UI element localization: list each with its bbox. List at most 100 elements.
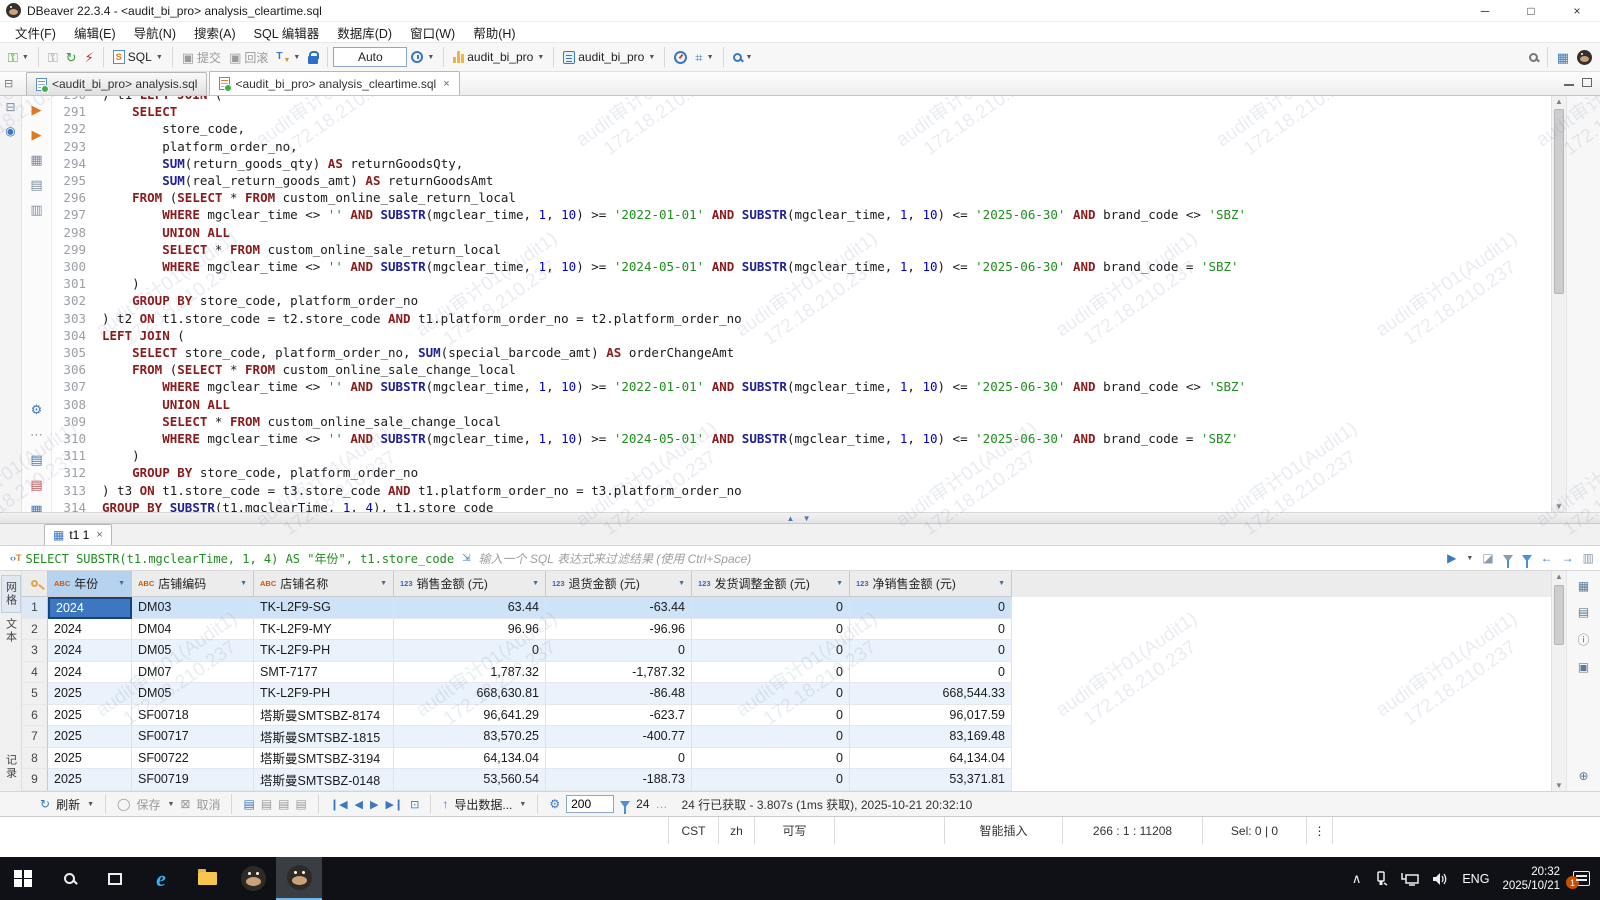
refresh-button[interactable]: 刷新: [56, 796, 80, 813]
grid-cell[interactable]: 0: [546, 747, 692, 769]
grid-cell[interactable]: 0: [850, 661, 1012, 683]
perspective-button[interactable]: ▦: [1553, 49, 1573, 66]
internet-explorer-button[interactable]: e: [138, 857, 184, 900]
grid-cell[interactable]: 96,017.59: [850, 704, 1012, 726]
scroll-up-icon[interactable]: ▲: [1552, 572, 1566, 581]
grid-cell[interactable]: SF00717: [132, 726, 254, 748]
speaker-icon[interactable]: [1432, 872, 1449, 886]
grid-cell[interactable]: 塔斯曼SMTSBZ-1815: [254, 726, 394, 748]
menu-item-6[interactable]: 窗口(W): [401, 21, 464, 44]
row-number[interactable]: 3: [22, 640, 48, 662]
info-icon[interactable]: ⓘ: [1577, 631, 1589, 648]
editor-scrollbar[interactable]: ▲ ▼: [1551, 96, 1566, 512]
grid-cell[interactable]: 2025: [48, 726, 132, 748]
save-button[interactable]: 保存: [136, 796, 160, 813]
grid-cell[interactable]: 0: [692, 704, 850, 726]
grid-corner-key[interactable]: [22, 571, 48, 597]
grid-cell[interactable]: -96.96: [546, 618, 692, 640]
grid-cell[interactable]: 64,134.04: [394, 747, 546, 769]
grid-cell[interactable]: 2025: [48, 769, 132, 791]
column-header-4[interactable]: 123 退货金额 (元) ▼: [546, 571, 692, 597]
sort-icon[interactable]: ▼: [998, 580, 1005, 587]
taskbar-clock[interactable]: 20:32 2025/10/21: [1502, 865, 1560, 893]
network-button[interactable]: ⌗ ▼: [691, 49, 717, 66]
grid-cell[interactable]: 0: [850, 597, 1012, 619]
lock-button[interactable]: [304, 49, 322, 66]
expand-filter-icon[interactable]: ⇲: [462, 553, 470, 564]
grid-cell[interactable]: 0: [692, 726, 850, 748]
code-line-302[interactable]: 302 GROUP BY store_code, platform_order_…: [52, 292, 1550, 309]
statement-icon[interactable]: ▤: [30, 177, 42, 193]
cancel-button[interactable]: 取消: [196, 796, 220, 813]
dbeaver-perspective-button[interactable]: [1573, 48, 1596, 67]
grid-cell[interactable]: SF00722: [132, 747, 254, 769]
rollback-button[interactable]: ▣ 回滚: [225, 47, 272, 68]
fetch-size-input[interactable]: [566, 795, 615, 813]
grid-cell[interactable]: DM05: [132, 640, 254, 662]
metadata-icon[interactable]: ▤: [1578, 605, 1589, 619]
scrollbar-thumb[interactable]: [1554, 585, 1564, 645]
sort-icon[interactable]: ▼: [836, 580, 843, 587]
code-line-307[interactable]: 307 WHERE mgclear_time <> '' AND SUBSTR(…: [52, 378, 1550, 395]
code-line-303[interactable]: 303) t2 ON t1.store_code = t2.store_code…: [52, 310, 1550, 327]
grid-cell[interactable]: 64,134.04: [850, 747, 1012, 769]
code-line-290[interactable]: 290) t1 LEFT JOIN (: [52, 96, 1550, 103]
menu-item-4[interactable]: SQL 编辑器: [245, 21, 329, 44]
grid-cell[interactable]: 2024: [48, 618, 132, 640]
editor-results-sash[interactable]: ▲ ▼: [0, 512, 1600, 524]
grid-cell[interactable]: 63.44: [394, 597, 546, 619]
menu-item-7[interactable]: 帮助(H): [464, 21, 524, 44]
editor-tab[interactable]: <audit_bi_pro> analysis_cleartime.sql ×: [209, 71, 460, 95]
code-line-304[interactable]: 304 LEFT JOIN (: [52, 327, 1550, 344]
code-line-293[interactable]: 293 platform_order_no,: [52, 138, 1550, 155]
row-number[interactable]: 1: [22, 597, 48, 619]
edit-cell-icon[interactable]: ▤: [296, 797, 307, 811]
column-header-5[interactable]: 123 发货调整金额 (元) ▼: [692, 571, 850, 597]
close-button[interactable]: ×: [1554, 0, 1600, 21]
grid-cell[interactable]: 668,630.81: [394, 683, 546, 705]
grid-cell[interactable]: DM03: [132, 597, 254, 619]
row-number[interactable]: 8: [22, 747, 48, 769]
grid-cell[interactable]: DM04: [132, 618, 254, 640]
commit-button[interactable]: ▣ 提交: [178, 47, 225, 68]
menu-item-2[interactable]: 导航(N): [125, 21, 185, 44]
panel-icon[interactable]: ▥: [30, 202, 42, 218]
grid-cell[interactable]: DM05: [132, 683, 254, 705]
code-line-313[interactable]: 313) t3 ON t1.store_code = t3.store_code…: [52, 482, 1550, 499]
network-icon[interactable]: [1401, 872, 1420, 886]
connect-button[interactable]: ⚿: [44, 49, 62, 66]
filter-expression[interactable]: SELECT SUBSTR(t1.mgclearTime, 1, 4) AS "…: [26, 550, 455, 567]
code-line-294[interactable]: 294 SUM(return_goods_qty) AS returnGoods…: [52, 155, 1550, 172]
code-line-306[interactable]: 306 FROM (SELECT * FROM custom_online_sa…: [52, 361, 1550, 378]
grid-cell[interactable]: 96.96: [394, 618, 546, 640]
gear-icon[interactable]: ⚙: [31, 402, 43, 418]
results-side-tab-1[interactable]: 文本: [2, 613, 20, 649]
usb-icon[interactable]: [1374, 870, 1388, 887]
dbeaver-taskbar-button-active[interactable]: [276, 857, 322, 900]
disconnect-button[interactable]: ⚡: [81, 49, 98, 66]
grid-cell[interactable]: 53,560.54: [394, 769, 546, 791]
grid-scrollbar[interactable]: ▲ ▼: [1551, 571, 1566, 791]
scroll-down-icon[interactable]: ▼: [1552, 502, 1566, 511]
grid-cell[interactable]: 2024: [48, 661, 132, 683]
grid-cell[interactable]: 0: [692, 661, 850, 683]
status-cell-5[interactable]: 266 : 1 : 11208: [1062, 817, 1202, 844]
grid-cell[interactable]: 0: [692, 683, 850, 705]
transaction-log-button[interactable]: ▼: [407, 49, 438, 65]
refresh-icon[interactable]: ↻: [40, 797, 50, 811]
menu-item-1[interactable]: 编辑(E): [65, 21, 125, 44]
taskbar-search-button[interactable]: [46, 857, 92, 900]
task-view-button[interactable]: [92, 857, 138, 900]
grid-cell[interactable]: 0: [850, 640, 1012, 662]
grid-cell[interactable]: -1,787.32: [546, 661, 692, 683]
chevron-down-icon[interactable]: ▼: [519, 801, 526, 808]
more-dots-icon[interactable]: ⋯: [30, 427, 43, 443]
minimize-editor-icon[interactable]: [1564, 83, 1574, 86]
row-number[interactable]: 4: [22, 661, 48, 683]
code-line-296[interactable]: 296 FROM (SELECT * FROM custom_online_sa…: [52, 189, 1550, 206]
grid-cell[interactable]: 塔斯曼SMTSBZ-8174: [254, 704, 394, 726]
menu-item-0[interactable]: 文件(F): [6, 21, 65, 44]
grid-cell[interactable]: 83,169.48: [850, 726, 1012, 748]
script-error-icon[interactable]: ▤: [30, 477, 42, 493]
history-back-icon[interactable]: ←: [1541, 551, 1553, 565]
